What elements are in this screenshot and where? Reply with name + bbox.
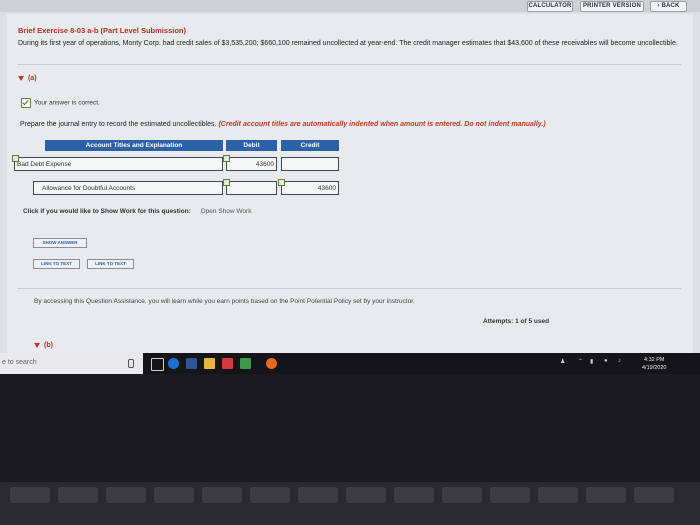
store-icon[interactable] (222, 358, 233, 369)
calculator-button[interactable]: CALCULATOR (527, 1, 573, 12)
header-debit: Debit (226, 140, 277, 151)
collapse-triangle-icon (18, 75, 24, 81)
file-explorer-icon[interactable] (204, 358, 215, 369)
edge-icon[interactable] (168, 358, 179, 369)
correct-message: Your answer is correct. (21, 98, 100, 108)
keyboard-key (538, 487, 578, 503)
correct-marker-icon (278, 179, 285, 186)
checkmark-icon (21, 98, 31, 108)
account-title-input[interactable]: Allowance for Doubtful Accounts (33, 181, 223, 195)
part-a-toggle[interactable]: (a) (18, 75, 37, 82)
keyboard-key (154, 487, 194, 503)
keyboard-key (250, 487, 290, 503)
header-credit: Credit (281, 140, 339, 151)
part-b-label: (b) (44, 342, 53, 349)
show-work-question: Click if you would like to Show Work for… (23, 208, 191, 215)
divider (17, 64, 681, 65)
microphone-icon[interactable] (128, 359, 134, 368)
part-b-toggle[interactable]: (b) (34, 342, 53, 349)
collapse-triangle-icon (34, 342, 40, 348)
debit-input[interactable] (226, 181, 277, 195)
prompt-text: Prepare the journal entry to record the … (20, 121, 217, 128)
clock-time: 4:32 PM (643, 357, 665, 363)
task-view-icon[interactable] (151, 358, 164, 371)
keyboard-key (346, 487, 386, 503)
laptop-bezel (0, 374, 700, 525)
attempts-counter: Attempts: 1 of 5 used (483, 318, 550, 325)
firefox-icon[interactable] (266, 358, 277, 369)
taskbar-search-box[interactable]: e to search (0, 353, 143, 374)
keyboard-key (298, 487, 338, 503)
correct-text: Your answer is correct. (34, 99, 100, 107)
browser-screen: CALCULATOR PRINTER VERSION ‹ BACK Brief … (0, 0, 700, 353)
link-to-text-button[interactable]: LINK TO TEXT (33, 259, 80, 269)
show-work-row: Click if you would like to Show Work for… (23, 208, 251, 215)
prompt-hint: (Credit account titles are automatically… (218, 121, 546, 128)
part-a-label: (a) (28, 75, 37, 82)
keyboard-key (58, 487, 98, 503)
keyboard-key (634, 487, 674, 503)
account-title-input[interactable]: Bad Debt Expense (14, 157, 223, 171)
show-answer-button[interactable]: SHOW ANSWER (33, 238, 87, 248)
keyboard-key (442, 487, 482, 503)
assistance-note: By accessing this Question Assistance, y… (34, 298, 415, 305)
debit-input[interactable]: 43600 (226, 157, 277, 171)
show-hidden-icons-icon[interactable]: ⌃ (578, 358, 583, 365)
credit-input[interactable] (281, 157, 339, 171)
header-account-titles: Account Titles and Explanation (45, 140, 223, 151)
word-icon[interactable] (186, 358, 197, 369)
open-show-work-link[interactable]: Open Show Work (201, 208, 252, 215)
people-icon[interactable]: ♟ (560, 358, 565, 365)
system-clock[interactable]: 4:32 PM 4/19/2020 (642, 356, 666, 372)
printer-version-button[interactable]: PRINTER VERSION (580, 1, 644, 12)
clock-date: 4/19/2020 (642, 365, 667, 371)
divider (17, 288, 681, 289)
correct-marker-icon (223, 155, 230, 162)
back-button[interactable]: ‹ BACK (650, 1, 687, 12)
credit-input[interactable]: 43600 (281, 181, 339, 195)
keyboard-key (586, 487, 626, 503)
keyboard-key (394, 487, 434, 503)
wifi-icon[interactable]: ● (604, 358, 608, 364)
top-toolbar: CALCULATOR PRINTER VERSION ‹ BACK (0, 0, 700, 12)
correct-marker-icon (223, 179, 230, 186)
keyboard-key (10, 487, 50, 503)
question-prompt: Prepare the journal entry to record the … (20, 121, 546, 128)
search-placeholder: e to search (2, 359, 37, 366)
keyboard-key (202, 487, 242, 503)
function-key-row (0, 482, 700, 525)
exercise-description: During its first year of operations, Mon… (18, 40, 678, 47)
battery-icon[interactable]: ▮ (590, 358, 593, 365)
link-to-text-button[interactable]: LINK TO TEXT (87, 259, 134, 269)
volume-icon[interactable]: ♪ (618, 358, 621, 364)
correct-marker-icon (12, 155, 19, 162)
keyboard-key (106, 487, 146, 503)
photos-icon[interactable] (240, 358, 251, 369)
windows-taskbar: e to search ♟ ⌃ ▮ ● ♪ 4:32 PM 4/19/2020 (0, 353, 700, 374)
exercise-title: Brief Exercise 8-03 a-b (Part Level Subm… (18, 26, 186, 35)
keyboard-key (490, 487, 530, 503)
question-panel: Brief Exercise 8-03 a-b (Part Level Subm… (7, 14, 693, 353)
